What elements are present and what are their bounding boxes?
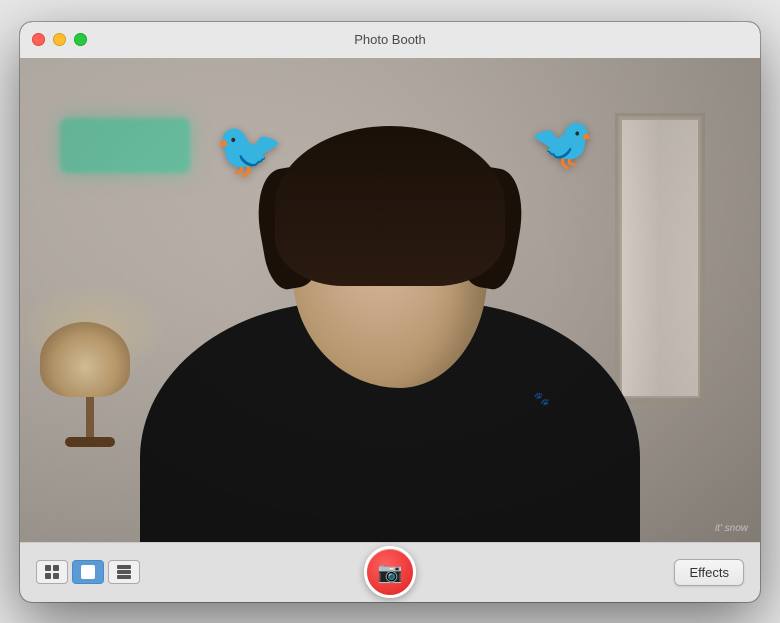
maximize-button[interactable] xyxy=(74,33,87,46)
view-strip-button[interactable] xyxy=(108,560,140,584)
view-single-button[interactable] xyxy=(72,560,104,584)
hair-top xyxy=(275,126,505,286)
window-controls xyxy=(32,33,87,46)
watermark: it' snow xyxy=(715,523,748,534)
minimize-button[interactable] xyxy=(53,33,66,46)
single-icon xyxy=(80,564,96,580)
grid4-icon xyxy=(44,564,60,580)
toolbar: 📷 Effects xyxy=(20,542,760,602)
bird-1: 🐦 xyxy=(215,123,283,178)
strip-icon xyxy=(116,564,132,580)
view-grid4-button[interactable] xyxy=(36,560,68,584)
view-controls xyxy=(36,560,140,584)
photo-booth-window: Photo Booth 🐾 xyxy=(20,22,760,602)
effects-button[interactable]: Effects xyxy=(674,559,744,586)
camera-view: 🐾 🐦 🐦 🐦 it' snow xyxy=(20,58,760,542)
camera-icon: 📷 xyxy=(378,560,403,585)
capture-button[interactable]: 📷 xyxy=(364,546,416,598)
bird-3: 🐦 xyxy=(530,118,595,170)
scene-background: 🐾 xyxy=(20,58,760,542)
close-button[interactable] xyxy=(32,33,45,46)
titlebar: Photo Booth xyxy=(20,22,760,58)
capture-btn-container: 📷 xyxy=(364,546,416,598)
window-title: Photo Booth xyxy=(354,32,426,47)
